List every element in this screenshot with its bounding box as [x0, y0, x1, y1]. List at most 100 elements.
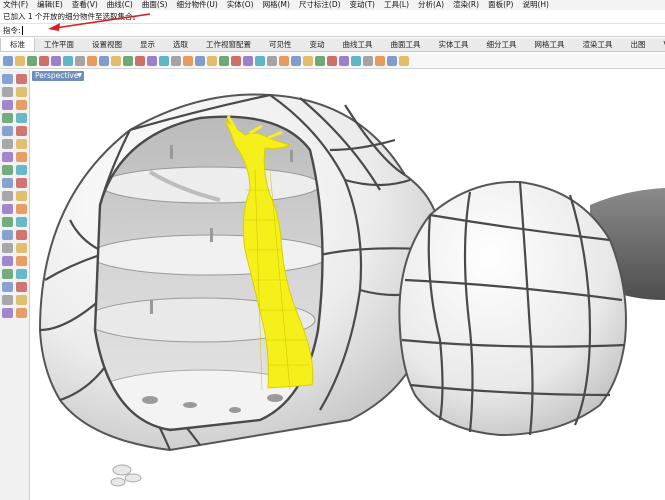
tab-3[interactable]: 显示: [131, 38, 164, 51]
point-icon[interactable]: [16, 74, 27, 84]
cap-icon[interactable]: [16, 191, 27, 201]
material-icon[interactable]: [315, 55, 325, 66]
render-sphere-icon[interactable]: [327, 55, 337, 66]
arc-icon[interactable]: [16, 100, 27, 110]
split-icon[interactable]: [2, 243, 13, 253]
trim-icon[interactable]: [16, 230, 27, 240]
solid-icon[interactable]: [16, 165, 27, 175]
print-icon[interactable]: [39, 55, 49, 66]
chevron-down-icon[interactable]: ▼: [77, 71, 82, 81]
loft-icon[interactable]: [2, 178, 13, 188]
menu-item[interactable]: 变动(T): [350, 0, 375, 10]
mirror-icon[interactable]: [16, 217, 27, 227]
tab-14[interactable]: 出图: [622, 38, 655, 51]
menu-item[interactable]: 渲染(R): [453, 0, 479, 10]
menu-item[interactable]: 曲线(C): [107, 0, 133, 10]
text-icon[interactable]: [16, 282, 27, 292]
tab-6[interactable]: 可见性: [260, 38, 301, 51]
analyze-icon[interactable]: [16, 295, 27, 305]
tab-2[interactable]: 设置视图: [83, 38, 131, 51]
light-icon[interactable]: [279, 55, 289, 66]
tab-13[interactable]: 渲染工具: [574, 38, 622, 51]
join-icon[interactable]: [16, 243, 27, 253]
tab-4[interactable]: 选取: [164, 38, 197, 51]
select-icon[interactable]: [207, 55, 217, 66]
rotate-icon[interactable]: [16, 204, 27, 214]
move-icon[interactable]: [2, 204, 13, 214]
tab-1[interactable]: 工作平面: [35, 38, 83, 51]
copy-icon[interactable]: [75, 55, 85, 66]
zoom-icon[interactable]: [147, 55, 157, 66]
pan-icon[interactable]: [123, 55, 133, 66]
menu-item[interactable]: 网格(M): [263, 0, 290, 10]
offset-icon[interactable]: [16, 139, 27, 149]
block-icon[interactable]: [16, 269, 27, 279]
paste-icon[interactable]: [87, 55, 97, 66]
palette-icon[interactable]: [375, 55, 385, 66]
menu-item[interactable]: 尺寸标注(D): [299, 0, 341, 10]
rectangle-icon[interactable]: [16, 113, 27, 123]
hatch-icon[interactable]: [2, 295, 13, 305]
array-icon[interactable]: [2, 230, 13, 240]
zoom-extents-icon[interactable]: [171, 55, 181, 66]
boolean-icon[interactable]: [2, 191, 13, 201]
menu-item[interactable]: 实体(O): [227, 0, 254, 10]
undo-icon[interactable]: [99, 55, 109, 66]
tab-7[interactable]: 变动: [301, 38, 334, 51]
extrude-icon[interactable]: [2, 152, 13, 162]
viewport-tab-perspective[interactable]: Perspective ▼: [32, 71, 84, 81]
menu-item[interactable]: 编辑(E): [37, 0, 63, 10]
explode-icon[interactable]: [2, 256, 13, 266]
redo-icon[interactable]: [111, 55, 121, 66]
menu-item[interactable]: 分析(A): [418, 0, 444, 10]
four-views-icon[interactable]: [195, 55, 205, 66]
lock-icon[interactable]: [255, 55, 265, 66]
new-file-icon[interactable]: [3, 55, 13, 66]
hide-icon[interactable]: [267, 55, 277, 66]
dimension-icon[interactable]: [2, 282, 13, 292]
cut-icon[interactable]: [63, 55, 73, 66]
perspective-viewport[interactable]: [31, 81, 665, 500]
menu-item[interactable]: 查看(V): [72, 0, 98, 10]
open-icon[interactable]: [15, 55, 25, 66]
menu-item[interactable]: 细分物件(U): [176, 0, 217, 10]
tools-icon[interactable]: [363, 55, 373, 66]
polyline-icon[interactable]: [2, 87, 13, 97]
ellipse-icon[interactable]: [2, 113, 13, 123]
menu-item[interactable]: 曲面(S): [142, 0, 168, 10]
zoom-window-icon[interactable]: [159, 55, 169, 66]
layer-tool-icon[interactable]: [2, 269, 13, 279]
tab-12[interactable]: 网格工具: [526, 38, 574, 51]
menu-item[interactable]: 面板(P): [488, 0, 513, 10]
tab-5[interactable]: 工作视窗配置: [197, 38, 260, 51]
scale-icon[interactable]: [2, 217, 13, 227]
tab-11[interactable]: 细分工具: [478, 38, 526, 51]
tab-0[interactable]: 标准: [0, 38, 35, 51]
globe-icon[interactable]: [351, 55, 361, 66]
grasshopper-icon[interactable]: [399, 55, 409, 66]
save-icon[interactable]: [27, 55, 37, 66]
menu-item[interactable]: 文件(F): [3, 0, 28, 10]
tab-9[interactable]: 曲面工具: [382, 38, 430, 51]
select-arrow-icon[interactable]: [2, 74, 13, 84]
color-icon[interactable]: [303, 55, 313, 66]
import-icon[interactable]: [51, 55, 61, 66]
help-icon[interactable]: [387, 55, 397, 66]
menu-item[interactable]: 说明(H): [522, 0, 549, 10]
zoom-selected-icon[interactable]: [183, 55, 193, 66]
surface-icon[interactable]: [16, 152, 27, 162]
rotate-view-icon[interactable]: [135, 55, 145, 66]
menu-item[interactable]: 工具(L): [384, 0, 409, 10]
render-icon[interactable]: [2, 308, 13, 318]
paint-icon[interactable]: [16, 308, 27, 318]
grid-icon[interactable]: [231, 55, 241, 66]
layer-icon[interactable]: [291, 55, 301, 66]
polygon-icon[interactable]: [2, 126, 13, 136]
car-icon[interactable]: [219, 55, 229, 66]
command-line[interactable]: 指令:: [0, 24, 665, 37]
freeform-icon[interactable]: [16, 126, 27, 136]
box-icon[interactable]: [2, 165, 13, 175]
properties-icon[interactable]: [243, 55, 253, 66]
tab-10[interactable]: 实体工具: [430, 38, 478, 51]
curve-icon[interactable]: [16, 87, 27, 97]
